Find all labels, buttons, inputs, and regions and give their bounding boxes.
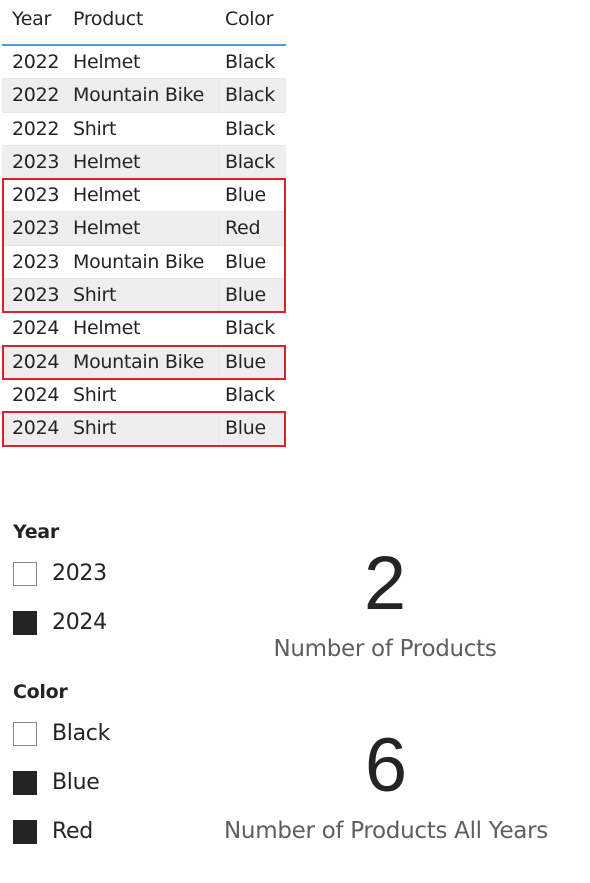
- table-row[interactable]: 2023 Helmet Red: [2, 212, 286, 246]
- cell-color: Black: [225, 117, 275, 140]
- column-divider: [218, 212, 219, 245]
- cell-color: Black: [225, 84, 275, 107]
- table-body: 2022 Helmet Black 2022 Mountain Bike Black 202…: [2, 46, 286, 446]
- color-slicer-item-black[interactable]: Black: [13, 709, 110, 758]
- card-label: Number of Products: [273, 636, 497, 662]
- cell-product: Shirt: [73, 383, 117, 406]
- color-slicer-title: Color: [13, 681, 68, 703]
- cell-color: Blue: [225, 250, 266, 273]
- year-slicer-item-label: 2023: [52, 561, 107, 586]
- cell-color: Black: [225, 51, 275, 73]
- table-row[interactable]: 2023 Helmet Blue: [2, 179, 286, 213]
- cell-color: Black: [225, 150, 275, 173]
- table-row[interactable]: 2023 Helmet Black: [2, 145, 286, 180]
- card-label: Number of Products All Years: [224, 818, 548, 844]
- cell-year: 2023: [12, 217, 60, 240]
- column-header-color[interactable]: Color: [225, 8, 273, 30]
- cell-product: Mountain Bike: [73, 84, 204, 107]
- data-table: Year Product Color 2022 Helmet Black 2022 Mo…: [2, 0, 286, 446]
- column-header-year[interactable]: Year: [12, 8, 51, 30]
- cell-product: Shirt: [73, 417, 117, 440]
- checkbox-icon[interactable]: [13, 610, 37, 635]
- column-divider: [218, 79, 219, 112]
- cell-product: Mountain Bike: [73, 250, 204, 273]
- color-slicer-item-label: Black: [52, 721, 111, 746]
- cell-color: Blue: [225, 284, 266, 307]
- checkbox-icon[interactable]: [13, 561, 37, 586]
- table-row[interactable]: 2023 Mountain Bike Blue: [2, 246, 286, 280]
- cell-year: 2022: [12, 51, 60, 73]
- cell-color: Blue: [225, 350, 266, 373]
- checkbox-icon[interactable]: [13, 819, 37, 844]
- year-slicer-item-2024[interactable]: 2024: [13, 598, 107, 647]
- card-value: 2: [363, 541, 407, 626]
- color-slicer-item-red[interactable]: Red: [13, 807, 110, 856]
- checkbox-icon[interactable]: [13, 770, 37, 795]
- table-row[interactable]: 2022 Helmet Black: [2, 46, 286, 80]
- cell-product: Helmet: [73, 317, 141, 340]
- table-row[interactable]: 2023 Shirt Blue: [2, 279, 286, 313]
- color-slicer-item-label: Red: [52, 819, 93, 844]
- table-row[interactable]: 2024 Helmet Black: [2, 312, 286, 346]
- cell-color: Black: [225, 383, 275, 406]
- cell-year: 2024: [12, 350, 60, 373]
- year-slicer-title: Year: [13, 521, 59, 543]
- column-divider: [218, 279, 219, 312]
- color-slicer-item-blue[interactable]: Blue: [13, 758, 110, 807]
- column-divider: [218, 345, 219, 378]
- table-header: Year Product Color: [2, 0, 286, 46]
- column-divider: [218, 145, 219, 179]
- table-row[interactable]: 2022 Shirt Black: [2, 113, 286, 146]
- table-row[interactable]: 2024 Shirt Black: [2, 379, 286, 413]
- cell-color: Blue: [225, 417, 266, 440]
- cell-color: Red: [225, 217, 261, 240]
- cell-product: Helmet: [73, 51, 141, 73]
- card-number-of-products: 2 Number of Products: [215, 541, 555, 663]
- cell-year: 2023: [12, 284, 60, 307]
- table-row[interactable]: 2024 Shirt Blue: [2, 412, 286, 446]
- year-slicer: Year 2023 2024: [13, 521, 107, 647]
- cell-year: 2023: [12, 184, 60, 207]
- cell-year: 2024: [12, 317, 60, 340]
- cell-year: 2024: [12, 417, 60, 440]
- year-slicer-item-label: 2024: [52, 610, 107, 635]
- column-divider: [218, 412, 219, 445]
- table-row[interactable]: 2022 Mountain Bike Black: [2, 79, 286, 113]
- cell-year: 2023: [12, 250, 60, 273]
- cell-product: Shirt: [73, 284, 117, 307]
- cell-product: Helmet: [73, 150, 141, 173]
- cell-product: Mountain Bike: [73, 350, 204, 373]
- cell-color: Black: [225, 317, 275, 340]
- column-header-product[interactable]: Product: [73, 8, 143, 30]
- cell-year: 2022: [12, 84, 60, 107]
- cell-color: Blue: [225, 184, 266, 207]
- table-row[interactable]: 2024 Mountain Bike Blue: [2, 345, 286, 379]
- color-slicer-item-label: Blue: [52, 770, 100, 795]
- card-number-of-products-all-years: 6 Number of Products All Years: [200, 723, 572, 845]
- cell-product: Shirt: [73, 117, 117, 140]
- cell-product: Helmet: [73, 217, 141, 240]
- cell-year: 2024: [12, 383, 60, 406]
- cell-product: Helmet: [73, 184, 141, 207]
- checkbox-icon[interactable]: [13, 721, 37, 746]
- cell-year: 2023: [12, 150, 60, 173]
- color-slicer: Color Black Blue Red: [13, 681, 110, 856]
- year-slicer-item-2023[interactable]: 2023: [13, 549, 107, 598]
- card-value: 6: [364, 723, 408, 808]
- cell-year: 2022: [12, 117, 60, 140]
